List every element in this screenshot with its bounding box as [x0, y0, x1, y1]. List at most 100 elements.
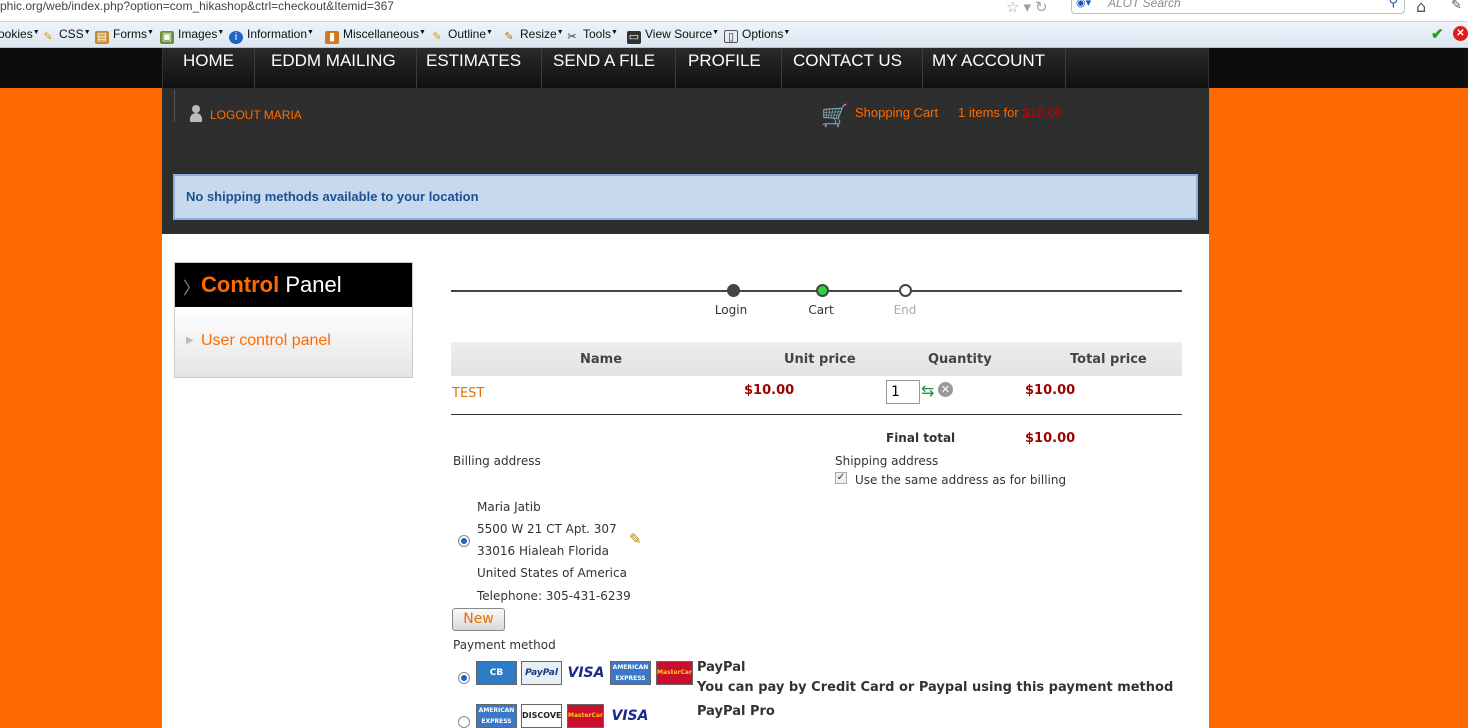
nav-eddm-mailing[interactable]: EDDM MAILING: [251, 48, 417, 88]
same-address-label: Use the same address as for billing: [855, 473, 1067, 487]
step-login-dot: [727, 284, 740, 297]
home-icon[interactable]: ⌂: [1416, 0, 1426, 16]
billing-address-label: Billing address: [453, 454, 541, 468]
outline-pencil-icon: ✎: [432, 31, 442, 43]
control-panel-title: Control Panel: [175, 263, 412, 307]
paypal-logo: PayPal: [521, 661, 562, 685]
billing-name: Maria Jatib: [477, 500, 541, 514]
step-cart-label: Cart: [808, 303, 834, 317]
shopping-cart-icon[interactable]: 🛒: [821, 104, 848, 129]
shipping-address-label: Shipping address: [835, 454, 939, 468]
billing-city: 33016 Hialeah Florida: [477, 544, 610, 558]
account-header: LOGOUT MARIA 🛒 Shopping Cart 1 items for…: [162, 88, 1209, 234]
nav-contact-us[interactable]: CONTACT US: [773, 48, 923, 88]
edit-address-icon[interactable]: ✎: [629, 530, 642, 548]
toolbar-information[interactable]: i Information▼: [229, 27, 314, 44]
payment-paypal-pro-name: PayPal Pro: [697, 704, 775, 719]
search-box[interactable]: ◉▾ ALOT Search ⚲: [1071, 0, 1405, 14]
toolbar-css[interactable]: ✎ CSS▼: [41, 27, 90, 44]
address-input[interactable]: phic.org/web/index.php?option=com_hikash…: [0, 0, 394, 14]
col-total-price: Total price: [1070, 352, 1147, 367]
toolbar-tools[interactable]: ✂ Tools▼: [565, 27, 618, 44]
step-cart-dot: [816, 284, 829, 297]
new-address-button[interactable]: New: [452, 608, 505, 631]
amex-logo-pro: AMERICAN EXPRESS: [476, 704, 517, 728]
user-icon: [190, 105, 202, 122]
payment-paypal-description: You can pay by Credit Card or Paypal usi…: [697, 680, 1174, 695]
toolbar-outline[interactable]: ✎ Outline▼: [430, 27, 493, 44]
product-link[interactable]: TEST: [452, 386, 484, 401]
unit-price: $10.00: [744, 383, 795, 398]
developer-toolbar: ookies▼ ✎ CSS▼ ▤ Forms▼ ▣ Images▼ i Informat…: [0, 22, 1468, 48]
nav-home[interactable]: HOME: [163, 48, 255, 88]
search-input[interactable]: ALOT Search: [1108, 0, 1181, 10]
visa-logo: VISA: [565, 661, 607, 685]
payment-paypal-pro-radio[interactable]: [458, 716, 470, 728]
col-quantity: Quantity: [928, 352, 992, 367]
cart-summary[interactable]: 1 items for $10.00: [958, 105, 1062, 120]
info-icon: i: [229, 31, 243, 44]
error-icon[interactable]: ✕: [1453, 26, 1468, 41]
user-control-panel-link[interactable]: User control panel: [201, 332, 331, 350]
source-icon: ▭: [627, 31, 641, 44]
cart-table-header: Name Unit price Quantity Total price: [451, 342, 1182, 376]
col-unit-price: Unit price: [784, 352, 856, 367]
search-icon[interactable]: ⚲: [1388, 0, 1398, 10]
toolbar-view-source[interactable]: ▭ View Source▼: [627, 27, 719, 44]
nav-send-a-file[interactable]: SEND A FILE: [533, 48, 677, 88]
delete-icon[interactable]: ✕: [938, 382, 953, 397]
billing-address-radio[interactable]: [458, 535, 470, 547]
step-end-dot: [899, 284, 912, 297]
cb-card-logo: CB: [476, 661, 517, 685]
divider: [174, 90, 175, 122]
options-icon: ▯: [724, 30, 738, 43]
billing-country: United States of America: [477, 566, 627, 580]
quantity-input[interactable]: 1: [886, 380, 920, 404]
forms-icon: ▤: [95, 31, 109, 44]
payment-paypal-radio[interactable]: [458, 672, 470, 684]
payment-method-label: Payment method: [453, 638, 556, 652]
toolbar-cookies[interactable]: ookies▼: [0, 27, 40, 41]
checkout-content: Control Panel 〉 ▶ User control panel Log…: [162, 234, 1209, 728]
shopping-cart-link[interactable]: Shopping Cart: [855, 105, 938, 120]
billing-telephone: Telephone: 305-431-6239: [477, 589, 631, 603]
shipping-alert: No shipping methods available to your lo…: [173, 174, 1198, 220]
nav-my-account[interactable]: MY ACCOUNT: [912, 48, 1067, 88]
same-address-checkbox[interactable]: ✓: [835, 472, 847, 484]
step-login-label: Login: [714, 303, 748, 317]
toolbar-images[interactable]: ▣ Images▼: [160, 27, 224, 44]
site-navigation: HOME EDDM MAILING ESTIMATES SEND A FILE …: [0, 48, 1468, 88]
control-panel-box: Control Panel 〉 ▶ User control panel: [174, 262, 413, 378]
mastercard-logo-pro: MasterCard: [567, 704, 604, 728]
validation-ok-icon[interactable]: ✔: [1431, 25, 1444, 43]
payment-paypal-name: PayPal: [697, 660, 746, 675]
final-total-value: $10.00: [1025, 431, 1076, 446]
resize-icon: ✎: [504, 31, 514, 43]
nav-profile[interactable]: PROFILE: [668, 48, 782, 88]
nav-estimates[interactable]: ESTIMATES: [406, 48, 543, 88]
table-divider: [451, 414, 1182, 415]
col-name: Name: [580, 352, 623, 367]
discover-logo: DISCOVER: [521, 704, 562, 728]
refresh-icon[interactable]: ⇆: [921, 381, 934, 400]
chevron-right-icon: 〉: [183, 279, 200, 299]
search-engine-icon[interactable]: ◉▾: [1076, 0, 1091, 9]
toolbar-options[interactable]: ▯ Options▼: [724, 27, 790, 43]
toolbar-forms[interactable]: ▤ Forms▼: [95, 27, 154, 44]
mastercard-logo: MasterCard: [656, 661, 693, 685]
browser-url-bar: phic.org/web/index.php?option=com_hikash…: [0, 0, 1468, 22]
toolbar-resize[interactable]: ✎ Resize▼: [502, 27, 563, 44]
misc-icon: ▮: [325, 31, 339, 44]
image-icon: ▣: [160, 31, 174, 44]
bookmark-star-icon[interactable]: ☆▾↻: [1006, 0, 1052, 16]
nav-bar: HOME EDDM MAILING ESTIMATES SEND A FILE …: [162, 48, 1209, 88]
tools-wrench-icon[interactable]: ✎: [1451, 0, 1462, 13]
pencil-icon: ✎: [43, 31, 53, 43]
toolbar-miscellaneous[interactable]: ▮ Miscellaneous▼: [325, 27, 426, 44]
final-total-label: Final total: [886, 431, 956, 445]
arrow-right-icon: ▶: [186, 335, 194, 346]
billing-street: 5500 W 21 CT Apt. 307: [477, 522, 617, 536]
logout-link[interactable]: LOGOUT MARIA: [210, 108, 302, 122]
row-total-price: $10.00: [1025, 383, 1076, 398]
step-end-label: End: [893, 303, 917, 317]
